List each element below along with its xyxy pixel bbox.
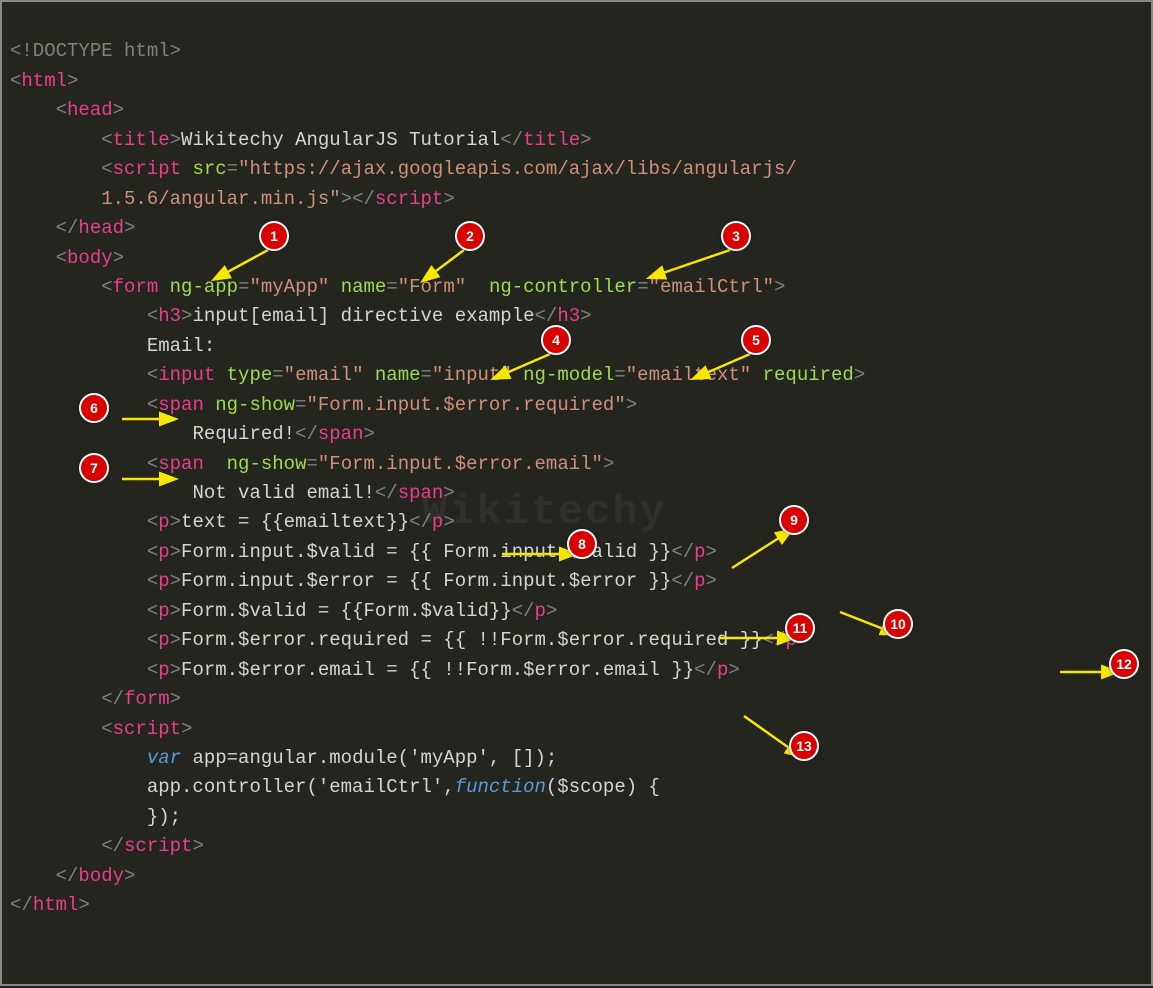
code-line: <p>Form.$error.required = {{ !!Form.$err…: [10, 629, 808, 651]
code-line: <title>Wikitechy AngularJS Tutorial</tit…: [10, 129, 592, 151]
code-block: <!DOCTYPE html> <html> <head> <title>Wik…: [10, 8, 1143, 921]
code-line: Email:: [10, 335, 215, 357]
annotation-badge-13: 13: [789, 731, 819, 761]
annotation-badge-2: 2: [455, 221, 485, 251]
annotation-badge-11: 11: [785, 613, 815, 643]
annotation-badge-12: 12: [1109, 649, 1139, 679]
code-line: <p>Form.$error.email = {{ !!Form.$error.…: [10, 659, 740, 681]
annotation-badge-8: 8: [567, 529, 597, 559]
code-line: <p>Form.$valid = {{Form.$valid}}</p>: [10, 600, 557, 622]
code-line: <p>Form.input.$error = {{ Form.input.$er…: [10, 570, 717, 592]
code-line: </body>: [10, 865, 135, 887]
annotation-badge-3: 3: [721, 221, 751, 251]
code-line: <script>: [10, 718, 192, 740]
code-line: <html>: [10, 70, 78, 92]
code-line: 1.5.6/angular.min.js"></script>: [10, 188, 455, 210]
code-line: <form ng-app="myApp" name="Form" ng-cont…: [10, 276, 785, 298]
code-line: <p>Form.input.$valid = {{ Form.input.$va…: [10, 541, 717, 563]
code-line: Required!</span>: [10, 423, 375, 445]
code-line: <h3>input[email] directive example</h3>: [10, 305, 592, 327]
code-line: <head>: [10, 99, 124, 121]
code-line: </form>: [10, 688, 181, 710]
annotation-badge-1: 1: [259, 221, 289, 251]
code-line: <p>text = {{emailtext}}</p>: [10, 511, 455, 533]
annotation-badge-6: 6: [79, 393, 109, 423]
code-line: </head>: [10, 217, 135, 239]
annotation-badge-7: 7: [79, 453, 109, 483]
code-line: var app=angular.module('myApp', []);: [10, 747, 557, 769]
annotation-badge-5: 5: [741, 325, 771, 355]
code-line: </script>: [10, 835, 204, 857]
code-line: <body>: [10, 247, 124, 269]
code-line: <!DOCTYPE html>: [10, 40, 181, 62]
code-line: app.controller('emailCtrl',function($sco…: [10, 776, 660, 798]
annotation-badge-10: 10: [883, 609, 913, 639]
annotation-badge-9: 9: [779, 505, 809, 535]
code-screenshot: Wikitechy <!DOCTYPE html> <html> <head> …: [0, 0, 1153, 986]
code-line: Not valid email!</span>: [10, 482, 455, 504]
code-line: </html>: [10, 894, 90, 916]
code-line: <input type="email" name="input" ng-mode…: [10, 364, 865, 386]
code-line: });: [10, 806, 181, 828]
code-line: <script src="https://ajax.googleapis.com…: [10, 158, 797, 180]
annotation-badge-4: 4: [541, 325, 571, 355]
